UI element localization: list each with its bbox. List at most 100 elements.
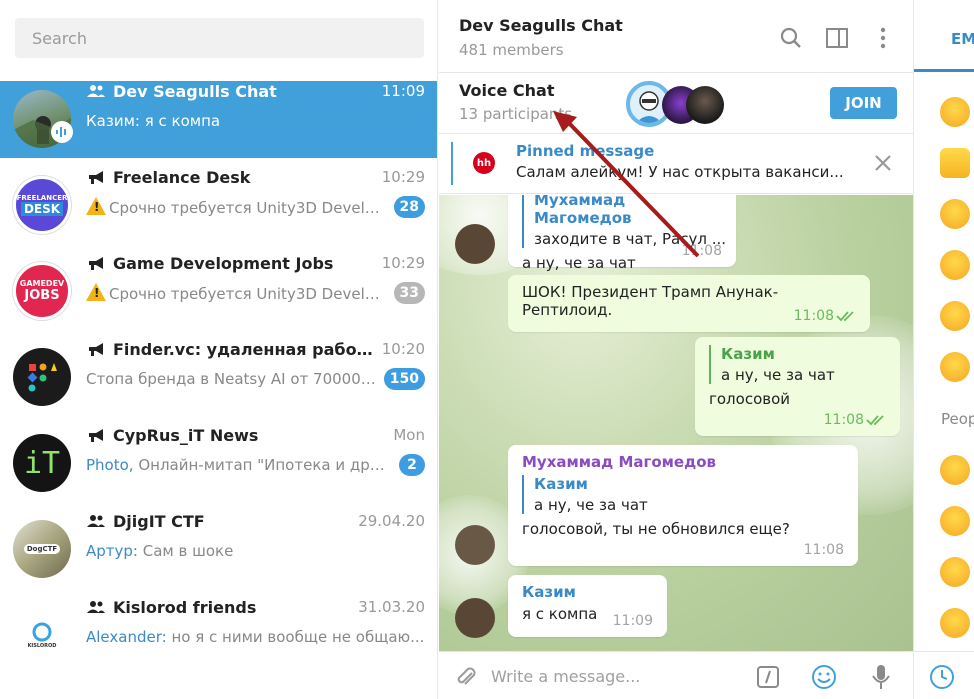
chat-preview-sender: Казим: <box>86 112 145 130</box>
chat-item-djigit-ctf[interactable]: DogCTF DjigIT CTF 29.04.20 Артур: Сам в … <box>0 511 437 588</box>
reply-quote[interactable]: Мухаммад Магомедов заходите в чат, Расул… <box>522 195 726 248</box>
recent-clock-icon[interactable] <box>929 664 955 690</box>
emoji-crying-icon[interactable] <box>940 250 970 280</box>
bot-commands-icon[interactable] <box>755 664 781 690</box>
emoji-sweat-smile-icon[interactable] <box>940 301 970 331</box>
chat-preview: Стопа бренда в Neatsy AI от 70000 д... <box>86 370 378 388</box>
emoji-panel: EM Peop <box>913 0 974 699</box>
chat-item-finder-vc[interactable]: Finder.vc: удаленная работа - ва... 10:2… <box>0 339 437 416</box>
emoji-tab[interactable]: EM <box>951 30 974 48</box>
chat-preview: Срочно требуется Unity3D Develo... <box>86 197 388 217</box>
emoji-upside-down-icon[interactable] <box>940 557 970 587</box>
emoji-unamused-icon[interactable] <box>940 199 970 229</box>
double-check-icon <box>836 311 854 322</box>
avatar: DogCTF <box>13 520 71 578</box>
emoji-panel-footer <box>914 651 974 699</box>
user-avatar[interactable] <box>455 224 495 264</box>
chat-preview-sender: Alexander: <box>86 628 172 646</box>
group-icon <box>87 85 105 97</box>
emoji-grinning-icon[interactable] <box>940 455 970 485</box>
reply-quote-author: Мухаммад Магомедов <box>534 195 632 227</box>
chat-item-cyprus-it-news[interactable]: iT CypRus_iT News Mon Photo, Онлайн-мита… <box>0 425 437 502</box>
emoji-kissing-icon[interactable] <box>940 608 970 638</box>
chat-item-kislorod-friends[interactable]: KISLOROD Kislorod friends 31.03.20 Alexa… <box>0 597 437 674</box>
channel-megaphone-icon <box>89 171 103 184</box>
participant-avatar <box>686 86 724 124</box>
message-time: 11:08 <box>823 412 864 428</box>
close-icon[interactable] <box>873 153 893 173</box>
chat-item-dev-seagulls[interactable]: Dev Seagulls Chat 11:09 Казим: я с компа <box>0 81 437 158</box>
user-avatar[interactable] <box>455 598 495 638</box>
avatar-text: iT <box>23 445 61 481</box>
chat-item-game-dev-jobs[interactable]: GAMEDEV JOBS Game Development Jobs 10:29… <box>0 253 437 330</box>
chat-preview: Казим: я с компа <box>86 112 425 130</box>
avatar: GAMEDEV JOBS <box>13 262 71 320</box>
search-bar <box>0 0 437 72</box>
search-input[interactable] <box>15 18 424 58</box>
double-check-icon <box>866 415 884 426</box>
voice-chat-avatars <box>626 81 726 127</box>
message-author[interactable]: Казим <box>522 583 653 601</box>
avatar-text: FREELANCER <box>16 194 68 202</box>
more-menu-icon[interactable] <box>871 26 895 50</box>
avatar-text: DESK <box>20 202 64 216</box>
chat-time: 10:29 <box>381 254 425 272</box>
emoji-joy-icon[interactable] <box>940 506 970 536</box>
emoji-tab-indicator <box>914 69 974 72</box>
chat-preview-text: я с компа <box>144 112 221 130</box>
message-bubble[interactable]: Мухаммад Магомедов Казим а ну, че за чат… <box>508 445 858 566</box>
attach-paperclip-icon[interactable] <box>453 664 479 690</box>
join-voice-chat-button[interactable]: JOIN <box>830 87 897 119</box>
emoji-section-label: Peop <box>941 410 974 428</box>
channel-megaphone-icon <box>89 257 103 270</box>
microphone-icon[interactable] <box>868 664 894 690</box>
unread-badge: 2 <box>399 454 425 476</box>
chat-preview-text: Сам в шоке <box>142 542 234 560</box>
reply-quote[interactable]: Казим а ну, че за чат <box>709 345 886 384</box>
user-avatar[interactable] <box>455 525 495 565</box>
chat-panel: Dev Seagulls Chat 481 members Voice Chat… <box>439 0 913 699</box>
chat-preview: Артур: Сам в шоке <box>86 542 425 560</box>
reply-quote-author: Казим <box>534 475 588 493</box>
warning-icon <box>86 197 106 215</box>
search-icon[interactable] <box>779 26 803 50</box>
reply-quote-author: Казим <box>721 345 775 363</box>
channel-megaphone-icon <box>89 343 103 356</box>
chat-preview-text: Стопа бренда в Neatsy AI от 70000 д... <box>86 370 378 388</box>
message-bubble-outgoing[interactable]: ШОК! Президент Трамп Анунак-Рептилоид. 1… <box>508 275 870 332</box>
chat-preview-text: Срочно требуется Unity3D Develo... <box>109 199 388 217</box>
reply-quote[interactable]: Казим а ну, че за чат <box>522 475 844 514</box>
message-time: 11:08 <box>803 542 844 558</box>
emoji-laughing-icon[interactable] <box>940 352 970 382</box>
reply-quote-text: а ну, че за чат <box>534 496 648 514</box>
chat-list-sidebar: Dev Seagulls Chat 11:09 Казим: я с компа… <box>0 0 438 699</box>
avatar-text: DogCTF <box>23 544 61 554</box>
pinned-message-bar[interactable]: hh Pinned message Салам алейкум! У нас о… <box>439 134 913 194</box>
chat-item-freelance-desk[interactable]: FREELANCER DESK Freelance Desk 10:29 Сро… <box>0 167 437 244</box>
message-history: Мухаммад Магомедов заходите в чат, Расул… <box>439 195 913 651</box>
pinned-message-text: Салам алейкум! У нас открыта ваканси... <box>516 163 844 181</box>
chat-preview-text: но я с ними вообще не общаю... <box>171 628 425 646</box>
message-bubble-outgoing[interactable]: Казим а ну, че за чат голосовой 11:08 <box>695 337 900 436</box>
message-composer <box>439 651 913 699</box>
chat-time: 10:29 <box>381 168 425 186</box>
pinned-accent-bar <box>451 142 453 185</box>
message-input[interactable] <box>491 660 741 692</box>
finder-logo-icon <box>27 363 57 392</box>
message-text: голосовой <box>709 390 791 408</box>
message-bubble[interactable]: Казим я с компа 11:09 <box>508 575 667 637</box>
chat-header[interactable]: Dev Seagulls Chat 481 members <box>439 0 913 73</box>
emoji-tears-of-joy-icon[interactable] <box>940 97 970 127</box>
emoji-smile-icon[interactable] <box>811 664 837 690</box>
sidebar-toggle-icon[interactable] <box>825 26 849 50</box>
avatar: iT <box>13 434 71 492</box>
message-bubble[interactable]: Мухаммад Магомедов заходите в чат, Расул… <box>508 195 736 272</box>
chat-title: Kislorod friends <box>113 597 257 617</box>
message-text: голосовой, ты не обновился еще? <box>522 520 790 538</box>
chat-title: DjigIT CTF <box>113 511 205 531</box>
chat-time: Mon <box>393 426 425 444</box>
avatar-text: JOBS <box>24 288 60 303</box>
chat-preview: Срочно требуется Unity3D Develo... <box>86 283 388 303</box>
message-author[interactable]: Мухаммад Магомедов <box>522 453 844 471</box>
emoji-thumbs-up-icon[interactable] <box>940 148 970 178</box>
